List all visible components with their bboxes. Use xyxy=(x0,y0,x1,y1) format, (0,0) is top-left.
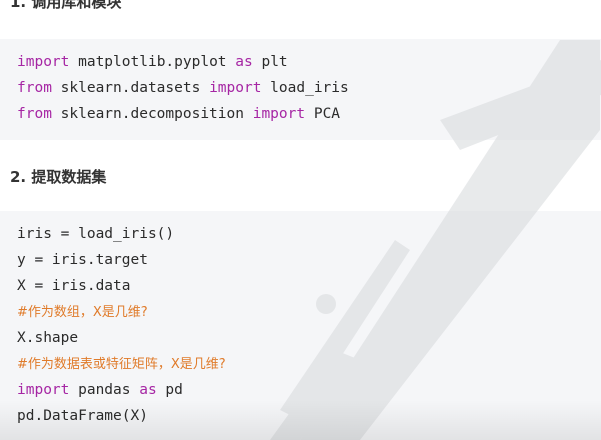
code-keyword: import xyxy=(17,54,70,70)
section-heading-1: 1. 调用库和模块 xyxy=(10,0,122,11)
code-keyword: import xyxy=(17,382,70,398)
code-keyword: import xyxy=(209,80,262,96)
section-heading-2: 2. 提取数据集 xyxy=(10,168,107,186)
code-text: PCA xyxy=(305,106,341,122)
code-text: matplotlib.pyplot xyxy=(69,54,236,70)
code-keyword: from xyxy=(17,106,52,122)
code-text: load_iris xyxy=(261,80,349,96)
code-text: sklearn.decomposition xyxy=(51,106,253,122)
code-line: y = iris.target xyxy=(17,247,601,273)
code-keyword: as xyxy=(139,382,157,398)
code-comment: #作为数据表或特征矩阵，X是几维? xyxy=(17,357,226,372)
code-keyword: import xyxy=(252,106,306,122)
code-text: plt xyxy=(252,54,288,70)
code-line: iris = load_iris() xyxy=(17,221,601,247)
code-line: X.shape xyxy=(17,325,601,351)
code-line: from sklearn.datasets import load_iris xyxy=(17,75,601,101)
code-text: X.shape xyxy=(17,330,79,346)
code-line: import matplotlib.pyplot as plt xyxy=(17,49,601,75)
code-text: pd xyxy=(156,382,183,398)
code-keyword: as xyxy=(235,54,253,70)
code-text: pandas xyxy=(69,382,140,398)
code-comment: #作为数组，X是几维? xyxy=(17,305,148,320)
code-keyword: from xyxy=(17,80,52,96)
code-line: pd.DataFrame(X) xyxy=(17,403,601,429)
code-text: X = iris.data xyxy=(17,278,131,294)
code-block-dataset: iris = load_iris()y = iris.target X = iri… xyxy=(0,211,601,440)
code-line: #作为数组，X是几维? xyxy=(17,299,601,325)
code-line: #作为数据表或特征矩阵，X是几维? xyxy=(17,351,601,377)
code-line: from sklearn.decomposition import PCA xyxy=(17,101,601,127)
code-text: sklearn.datasets xyxy=(51,80,210,96)
code-line: X = iris.data xyxy=(17,273,601,299)
code-line: import pandas as pd xyxy=(17,377,601,403)
code-text: pd.DataFrame(X) xyxy=(17,408,148,424)
page: 1. 调用库和模块 import matplotlib.pyplot as pl… xyxy=(0,0,601,440)
code-block-imports: import matplotlib.pyplot as plt from skle… xyxy=(0,39,601,140)
code-text: iris = load_iris() xyxy=(17,226,175,242)
code-text: y = iris.target xyxy=(17,252,148,268)
